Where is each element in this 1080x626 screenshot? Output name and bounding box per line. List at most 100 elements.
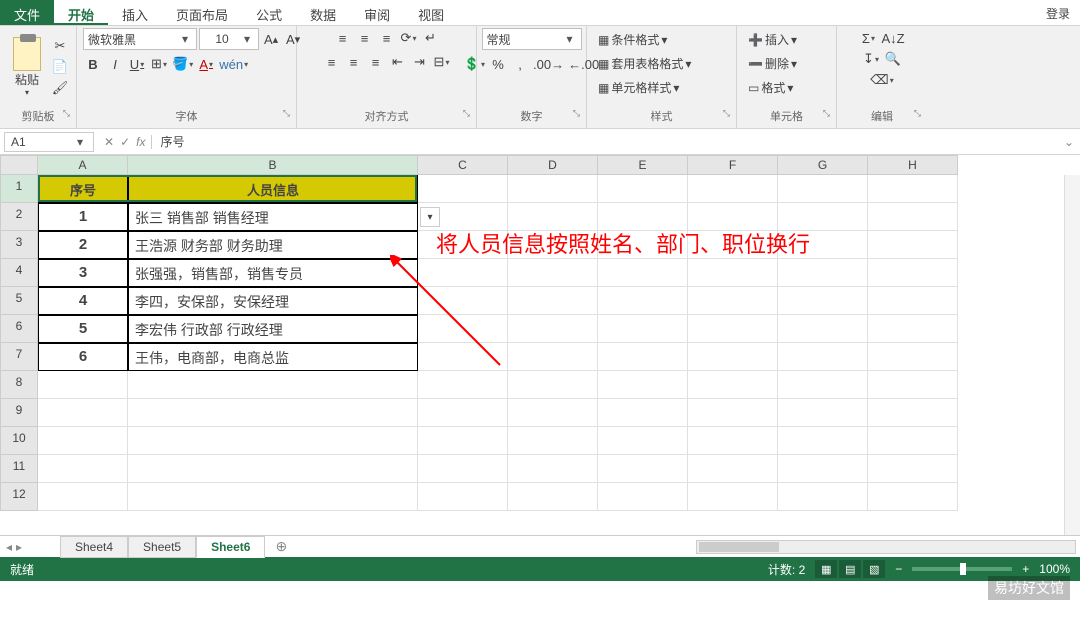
cell[interactable] bbox=[38, 427, 128, 455]
cell[interactable] bbox=[508, 315, 598, 343]
login-link[interactable]: 登录 bbox=[1036, 0, 1080, 25]
cell[interactable]: 2 bbox=[38, 231, 128, 259]
cell[interactable] bbox=[418, 371, 508, 399]
cell[interactable]: 王浩源 财务部 财务助理 bbox=[128, 231, 418, 259]
cell[interactable] bbox=[38, 399, 128, 427]
cell[interactable] bbox=[778, 427, 868, 455]
sheet-tab-0[interactable]: Sheet4 bbox=[60, 536, 128, 558]
cell[interactable]: 6 bbox=[38, 343, 128, 371]
cell[interactable] bbox=[418, 483, 508, 511]
underline-button[interactable]: U bbox=[127, 54, 147, 74]
formula-input[interactable]: 序号 bbox=[152, 131, 1058, 152]
paste-button[interactable]: 粘贴 ▾ bbox=[6, 37, 48, 97]
row-header[interactable]: 12 bbox=[0, 483, 38, 511]
phonetic-button[interactable]: wén bbox=[218, 54, 249, 74]
expand-formula-icon[interactable]: ⌄ bbox=[1058, 135, 1080, 149]
cell[interactable] bbox=[598, 427, 688, 455]
cell[interactable] bbox=[38, 455, 128, 483]
cell[interactable] bbox=[868, 203, 958, 231]
cell[interactable]: 张三 销售部 销售经理 bbox=[128, 203, 418, 231]
cell[interactable] bbox=[868, 231, 958, 259]
cell[interactable] bbox=[688, 371, 778, 399]
cell[interactable]: 王伟，电商部，电商总监 bbox=[128, 343, 418, 371]
col-header-F[interactable]: F bbox=[688, 155, 778, 175]
cell[interactable] bbox=[868, 455, 958, 483]
cell[interactable] bbox=[688, 427, 778, 455]
cell[interactable] bbox=[868, 259, 958, 287]
cut-icon[interactable]: ✂ bbox=[50, 36, 70, 56]
cell[interactable] bbox=[508, 483, 598, 511]
cell[interactable] bbox=[598, 455, 688, 483]
cell[interactable] bbox=[598, 287, 688, 315]
cell[interactable] bbox=[418, 259, 508, 287]
font-name-select[interactable]: 微软雅黑▾ bbox=[83, 28, 197, 50]
cell[interactable] bbox=[868, 399, 958, 427]
align-bottom-icon[interactable]: ≡ bbox=[377, 28, 397, 48]
font-color-button[interactable]: A bbox=[196, 54, 216, 74]
tab-data[interactable]: 数据 bbox=[296, 0, 350, 25]
align-middle-icon[interactable]: ≡ bbox=[355, 28, 375, 48]
sheet-nav-arrows[interactable]: ◂▸ bbox=[0, 540, 60, 554]
sort-icon[interactable]: A↓Z bbox=[880, 28, 905, 48]
align-top-icon[interactable]: ≡ bbox=[333, 28, 353, 48]
row-header[interactable]: 3 bbox=[0, 231, 38, 259]
cell[interactable] bbox=[418, 287, 508, 315]
fill-icon[interactable]: ↧ bbox=[861, 49, 881, 69]
cell[interactable] bbox=[688, 343, 778, 371]
align-left-icon[interactable]: ≡ bbox=[322, 52, 342, 72]
cell[interactable] bbox=[778, 371, 868, 399]
percent-icon[interactable]: % bbox=[488, 54, 508, 74]
cell[interactable] bbox=[688, 259, 778, 287]
cell[interactable] bbox=[688, 483, 778, 511]
insert-cells-button[interactable]: ➕插入 ▾ bbox=[743, 28, 802, 51]
cell[interactable] bbox=[38, 483, 128, 511]
cell[interactable] bbox=[778, 343, 868, 371]
cell[interactable] bbox=[778, 287, 868, 315]
cell[interactable]: 1 bbox=[38, 203, 128, 231]
cell[interactable] bbox=[508, 343, 598, 371]
zoom-slider[interactable] bbox=[912, 567, 1012, 571]
col-header-B[interactable]: B bbox=[128, 155, 418, 175]
cell[interactable] bbox=[508, 399, 598, 427]
col-header-E[interactable]: E bbox=[598, 155, 688, 175]
comma-icon[interactable]: , bbox=[510, 54, 530, 74]
cell[interactable] bbox=[598, 315, 688, 343]
cell[interactable]: 李宏伟 行政部 行政经理 bbox=[128, 315, 418, 343]
cell[interactable] bbox=[418, 399, 508, 427]
cell[interactable] bbox=[128, 455, 418, 483]
cell[interactable] bbox=[598, 343, 688, 371]
cell[interactable] bbox=[128, 427, 418, 455]
number-format-select[interactable]: 常规▾ bbox=[482, 28, 582, 50]
cell[interactable]: 序号 bbox=[38, 175, 128, 203]
cell[interactable] bbox=[778, 399, 868, 427]
row-header[interactable]: 11 bbox=[0, 455, 38, 483]
increase-decimal-icon[interactable]: .00→ bbox=[532, 54, 565, 74]
cell[interactable] bbox=[868, 483, 958, 511]
view-normal-icon[interactable]: ▦ bbox=[815, 560, 837, 578]
fill-color-button[interactable]: 🪣 bbox=[171, 54, 194, 74]
zoom-in-icon[interactable]: + bbox=[1022, 562, 1029, 576]
row-header[interactable]: 2 bbox=[0, 203, 38, 231]
cell[interactable] bbox=[418, 455, 508, 483]
paste-options-button[interactable]: ▾ bbox=[420, 207, 440, 227]
copy-icon[interactable]: 📄 bbox=[50, 57, 70, 77]
cell[interactable]: 人员信息 bbox=[128, 175, 418, 203]
enter-icon[interactable]: ✓ bbox=[120, 135, 130, 149]
row-header[interactable]: 10 bbox=[0, 427, 38, 455]
cell[interactable] bbox=[688, 287, 778, 315]
cell[interactable] bbox=[778, 175, 868, 203]
cell[interactable] bbox=[688, 399, 778, 427]
cell[interactable]: 3 bbox=[38, 259, 128, 287]
find-icon[interactable]: 🔍 bbox=[883, 49, 903, 69]
cell[interactable] bbox=[508, 371, 598, 399]
increase-font-icon[interactable]: A▴ bbox=[261, 29, 281, 49]
select-all-corner[interactable] bbox=[0, 155, 38, 175]
fx-icon[interactable]: fx bbox=[136, 135, 145, 149]
col-header-D[interactable]: D bbox=[508, 155, 598, 175]
col-header-G[interactable]: G bbox=[778, 155, 868, 175]
cell[interactable] bbox=[778, 259, 868, 287]
row-header[interactable]: 1 bbox=[0, 175, 38, 203]
cell[interactable] bbox=[508, 259, 598, 287]
horizontal-scrollbar[interactable] bbox=[696, 540, 1076, 554]
cell[interactable] bbox=[38, 371, 128, 399]
